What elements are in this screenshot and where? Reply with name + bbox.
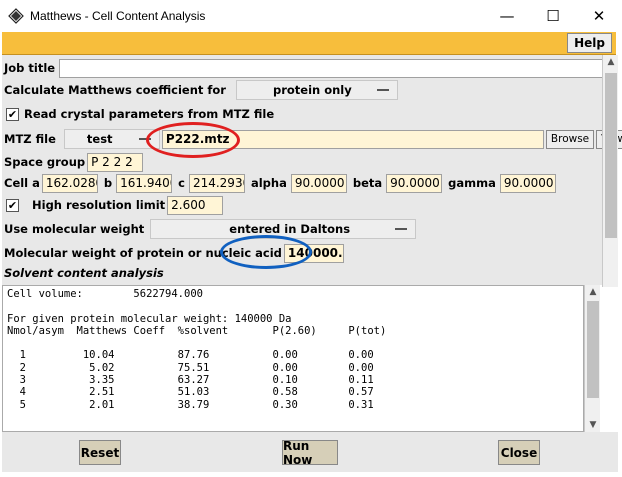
dropdown-icon: [395, 228, 408, 230]
spacegroup-label: Space group: [4, 155, 86, 169]
reset-button[interactable]: Reset: [79, 440, 121, 465]
calc-mode-select[interactable]: protein only: [235, 80, 398, 100]
molweight-mode-value: entered in Daltons: [229, 222, 351, 236]
beta-input[interactable]: 90.0000: [386, 173, 443, 193]
job-title-input[interactable]: [59, 58, 610, 78]
molweight-label: Molecular weight of protein or nucleic a…: [4, 246, 282, 260]
calc-mode-value: protein only: [272, 83, 352, 97]
minimize-button[interactable]: —: [484, 0, 530, 32]
cell-a-input[interactable]: 162.0280: [41, 173, 98, 193]
cell-c-label: c: [178, 176, 185, 190]
cell-b-label: b: [103, 176, 113, 190]
cell-a-label: Cell a: [4, 176, 40, 190]
read-params-label: Read crystal parameters from MTZ file: [24, 107, 275, 121]
read-params-checkbox[interactable]: ✔: [6, 107, 19, 121]
cell-c-input[interactable]: 214.2930: [188, 173, 245, 193]
parameters-panel: Job title Calculate Matthews coefficient…: [2, 55, 622, 285]
highres-input[interactable]: 2.600: [167, 195, 224, 215]
scroll-down-icon[interactable]: ▼: [585, 420, 601, 430]
maximize-button[interactable]: ☐: [530, 0, 576, 32]
mtz-file-input[interactable]: P222.mtz: [161, 129, 544, 149]
molweight-use-label: Use molecular weight: [4, 222, 145, 236]
calc-label: Calculate Matthews coefficient for: [4, 83, 226, 97]
log-text: Cell volume: 5622794.000 For given prote…: [7, 288, 387, 411]
gamma-input[interactable]: 90.0000: [499, 173, 556, 193]
highres-label: High resolution limit: [32, 198, 166, 212]
solvent-log-output: Cell volume: 5622794.000 For given prote…: [2, 285, 584, 432]
mtz-project-value: test: [86, 132, 113, 146]
alpha-label: alpha: [250, 176, 287, 190]
close-button[interactable]: Close: [498, 440, 540, 465]
molweight-input[interactable]: 140000.0: [283, 243, 344, 263]
run-now-button[interactable]: Run Now: [282, 439, 338, 467]
window-titlebar: Matthews - Cell Content Analysis — ☐ ✕: [0, 0, 622, 32]
scroll-up-icon[interactable]: ▲: [603, 57, 619, 67]
dropdown-icon: [138, 138, 151, 140]
alpha-input[interactable]: 90.0000: [290, 173, 347, 193]
mtz-label: MTZ file: [4, 132, 56, 146]
gamma-label: gamma: [448, 176, 496, 190]
panel-scrollbar[interactable]: ▲: [602, 55, 618, 287]
help-button[interactable]: Help: [567, 33, 612, 53]
browse-button[interactable]: Browse: [545, 129, 595, 149]
job-title-label: Job title: [4, 61, 56, 75]
close-window-button[interactable]: ✕: [576, 0, 622, 32]
solvent-section-title: Solvent content analysis: [4, 266, 164, 280]
beta-label: beta: [352, 176, 383, 190]
menu-bar: Help: [2, 32, 616, 55]
highres-checkbox[interactable]: ✔: [6, 198, 19, 212]
log-scrollbar[interactable]: ▲ ▼: [584, 285, 600, 432]
footer-bar: Reset Run Now Close: [2, 432, 618, 472]
dropdown-icon: [376, 89, 389, 91]
mtz-project-select[interactable]: test: [63, 129, 160, 149]
ccp4-app-icon: [8, 8, 24, 24]
scroll-up-icon[interactable]: ▲: [585, 287, 601, 297]
spacegroup-input[interactable]: P 2 2 2: [87, 152, 144, 172]
cell-b-input[interactable]: 161.9400: [116, 173, 173, 193]
window-title: Matthews - Cell Content Analysis: [30, 9, 206, 23]
scroll-thumb[interactable]: [605, 73, 617, 238]
molweight-mode-select[interactable]: entered in Daltons: [150, 219, 417, 239]
scroll-thumb[interactable]: [587, 301, 599, 398]
